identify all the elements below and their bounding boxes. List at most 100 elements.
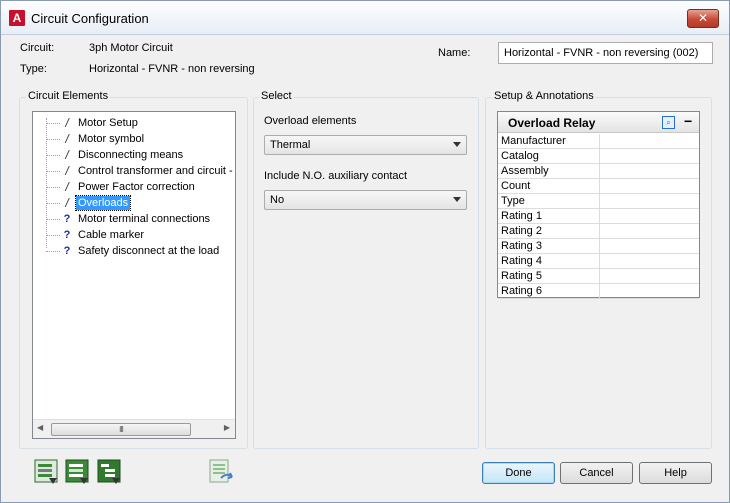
property-value-cell[interactable] (599, 179, 699, 193)
done-button[interactable]: Done (482, 462, 555, 484)
property-name: Manufacturer (501, 135, 566, 147)
pencil-icon: / (65, 132, 69, 146)
property-row[interactable]: Rating 4 (498, 254, 699, 269)
circuit-label: Circuit: (20, 42, 55, 54)
property-value-cell[interactable] (599, 209, 699, 223)
question-icon: ? (63, 229, 71, 241)
property-value-cell[interactable] (599, 254, 699, 268)
circuit-elements-tree[interactable]: / Motor Setup / Motor symbol / Disconnecting … (32, 111, 236, 439)
tree-branch-line (46, 139, 60, 140)
tree-item-label: Motor Setup (78, 117, 138, 129)
property-value-cell[interactable] (599, 149, 699, 163)
property-grid-title: Overload Relay (508, 116, 596, 130)
overload-elements-label: Overload elements (264, 115, 357, 127)
property-name: Rating 5 (501, 270, 542, 282)
property-name: Type (501, 195, 525, 207)
type-value: Horizontal - FVNR - non reversing (89, 63, 255, 75)
tree-item-label: Motor symbol (78, 133, 145, 145)
tree-item-label: Motor terminal connections (78, 213, 211, 225)
property-row[interactable]: Assembly (498, 164, 699, 179)
tree-branch-line (46, 171, 60, 172)
tree-item[interactable]: ? Motor terminal connections (33, 211, 235, 227)
property-value-cell[interactable] (599, 269, 699, 283)
aux-contact-dropdown[interactable]: No (264, 190, 467, 210)
tree-branch-line (46, 235, 60, 236)
property-name: Assembly (501, 165, 549, 177)
scrollbar-thumb[interactable]: III (51, 423, 191, 436)
name-label: Name: (438, 47, 471, 59)
property-name: Rating 1 (501, 210, 542, 222)
pencil-icon: / (65, 164, 69, 178)
tree-branch-line (46, 203, 60, 204)
tree-item-label: Control transformer and circuit - no (78, 165, 235, 177)
tree-item[interactable]: / Control transformer and circuit - no (33, 163, 235, 179)
tree-item[interactable]: / Motor Setup (33, 115, 235, 131)
name-field[interactable]: Horizontal - FVNR - non reversing (002) (498, 42, 713, 64)
tree-item[interactable]: / Disconnecting means (33, 147, 235, 163)
select-heading: Select (259, 90, 294, 102)
cancel-button[interactable]: Cancel (560, 462, 633, 484)
save-circuit-icon[interactable] (33, 458, 61, 486)
tree-item[interactable]: ? Safety disconnect at the load (33, 243, 235, 259)
close-button[interactable]: ✕ (687, 9, 719, 28)
property-row[interactable]: Rating 6 (498, 284, 699, 299)
aux-contact-value: No (270, 194, 285, 206)
type-label: Type: (20, 63, 47, 75)
property-row[interactable]: Count (498, 179, 699, 194)
collapse-icon[interactable]: − (684, 113, 692, 129)
tree-item[interactable]: ? Cable marker (33, 227, 235, 243)
property-value-cell[interactable] (599, 284, 699, 298)
pencil-icon: / (65, 116, 69, 130)
property-row[interactable]: Rating 5 (498, 269, 699, 284)
autocad-logo-icon: A (9, 10, 25, 26)
aux-contact-label: Include N.O. auxiliary contact (264, 170, 408, 182)
property-value-cell[interactable] (599, 224, 699, 238)
edit-circuit-icon[interactable] (96, 458, 124, 486)
property-row[interactable]: Type (498, 194, 699, 209)
tree-item-label: Overloads (74, 195, 132, 211)
window-title: Circuit Configuration (31, 11, 149, 26)
property-value-cell[interactable] (599, 134, 699, 148)
tree-item-label: Safety disconnect at the load (78, 245, 220, 257)
circuit-value: 3ph Motor Circuit (89, 42, 173, 54)
overload-relay-property-grid[interactable]: Overload Relay ⌕ − Manufacturer Catalog As… (497, 111, 700, 299)
property-value-cell[interactable] (599, 194, 699, 208)
tree-item-label: Disconnecting means (78, 149, 184, 161)
scroll-right-arrow-icon[interactable]: ▶ (224, 423, 230, 432)
title-bar: A Circuit Configuration ✕ (1, 1, 729, 35)
tree-branch-line (46, 251, 60, 252)
tree-branch-line (46, 123, 60, 124)
property-value-cell[interactable] (599, 164, 699, 178)
setup-annotations-heading: Setup & Annotations (492, 90, 596, 102)
horizontal-scrollbar[interactable]: ◀ III ▶ (33, 419, 235, 438)
overload-elements-value: Thermal (270, 139, 311, 151)
pencil-icon: / (65, 196, 69, 210)
chevron-down-icon (453, 142, 461, 147)
property-name: Rating 4 (501, 255, 542, 267)
property-row[interactable]: Catalog (498, 149, 699, 164)
property-row[interactable]: Manufacturer (498, 134, 699, 149)
property-value-cell[interactable] (599, 239, 699, 253)
chevron-down-icon (453, 197, 461, 202)
tree-item[interactable]: / Power Factor correction (33, 179, 235, 195)
property-row[interactable]: Rating 1 (498, 209, 699, 224)
insert-circuit-icon[interactable] (64, 458, 92, 486)
property-name: Rating 3 (501, 240, 542, 252)
find-catalog-icon[interactable]: ⌕ (662, 116, 675, 129)
tree-branch-line (46, 219, 60, 220)
question-icon: ? (63, 213, 71, 225)
property-row[interactable]: Rating 3 (498, 239, 699, 254)
overload-elements-dropdown[interactable]: Thermal (264, 135, 467, 155)
circuit-elements-heading: Circuit Elements (26, 90, 111, 102)
property-row[interactable]: Rating 2 (498, 224, 699, 239)
copy-settings-icon[interactable] (207, 458, 235, 486)
pencil-icon: / (65, 180, 69, 194)
scroll-left-arrow-icon[interactable]: ◀ (37, 423, 43, 432)
property-name: Rating 2 (501, 225, 542, 237)
tree-item[interactable]: / Overloads (33, 195, 235, 211)
circuit-configuration-dialog: A Circuit Configuration ✕ Circuit: 3ph M… (0, 0, 730, 503)
help-button[interactable]: Help (639, 462, 712, 484)
tree-item-label: Power Factor correction (78, 181, 195, 193)
tree-item[interactable]: / Motor symbol (33, 131, 235, 147)
property-name: Rating 6 (501, 285, 542, 297)
